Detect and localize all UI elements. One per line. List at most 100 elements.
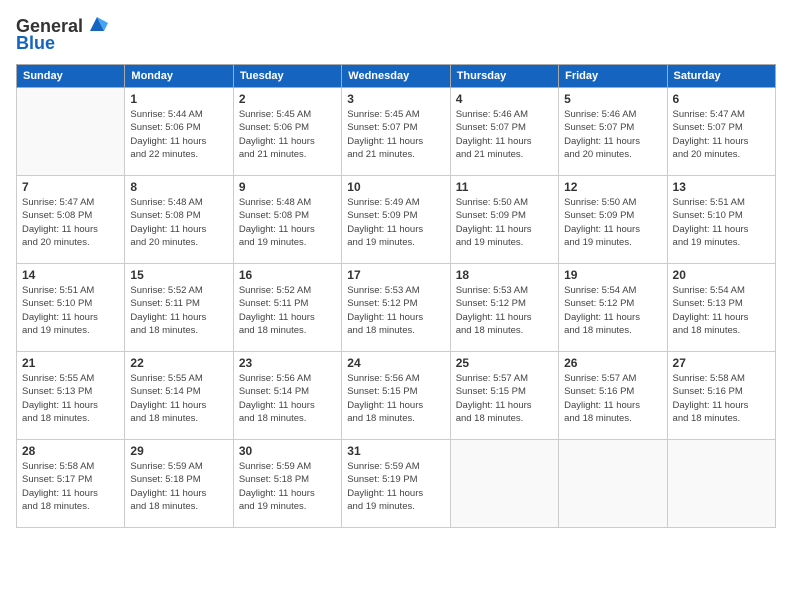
day-number: 28 [22, 444, 119, 458]
day-info: Sunrise: 5:45 AM Sunset: 5:06 PM Dayligh… [239, 108, 336, 161]
day-info: Sunrise: 5:45 AM Sunset: 5:07 PM Dayligh… [347, 108, 444, 161]
calendar-cell: 1 Sunrise: 5:44 AM Sunset: 5:06 PM Daylig… [125, 88, 233, 176]
calendar-cell: 15 Sunrise: 5:52 AM Sunset: 5:11 PM Dayli… [125, 264, 233, 352]
logo-icon [86, 13, 108, 35]
week-row: 7Sunrise: 5:47 AM Sunset: 5:08 PM Daylig… [17, 176, 776, 264]
day-info: Sunrise: 5:59 AM Sunset: 5:19 PM Dayligh… [347, 460, 444, 513]
calendar-cell: 18 Sunrise: 5:53 AM Sunset: 5:12 PM Dayli… [450, 264, 558, 352]
day-info: Sunrise: 5:55 AM Sunset: 5:14 PM Dayligh… [130, 372, 227, 425]
day-number: 1 [130, 92, 227, 106]
day-number: 10 [347, 180, 444, 194]
day-info: Sunrise: 5:49 AM Sunset: 5:09 PM Dayligh… [347, 196, 444, 249]
day-info: Sunrise: 5:54 AM Sunset: 5:13 PM Dayligh… [673, 284, 770, 337]
day-number: 14 [22, 268, 119, 282]
day-number: 4 [456, 92, 553, 106]
day-info: Sunrise: 5:59 AM Sunset: 5:18 PM Dayligh… [239, 460, 336, 513]
day-info: Sunrise: 5:58 AM Sunset: 5:17 PM Dayligh… [22, 460, 119, 513]
calendar-cell: 20Sunrise: 5:54 AM Sunset: 5:13 PM Dayli… [667, 264, 775, 352]
weekday-header: Saturday [667, 65, 775, 88]
week-row: 14 Sunrise: 5:51 AM Sunset: 5:10 PM Dayli… [17, 264, 776, 352]
day-info: Sunrise: 5:56 AM Sunset: 5:14 PM Dayligh… [239, 372, 336, 425]
calendar-cell: 30 Sunrise: 5:59 AM Sunset: 5:18 PM Dayli… [233, 440, 341, 528]
calendar-cell: 31Sunrise: 5:59 AM Sunset: 5:19 PM Dayli… [342, 440, 450, 528]
day-number: 18 [456, 268, 553, 282]
day-info: Sunrise: 5:44 AM Sunset: 5:06 PM Dayligh… [130, 108, 227, 161]
calendar-cell [559, 440, 667, 528]
day-number: 22 [130, 356, 227, 370]
day-number: 30 [239, 444, 336, 458]
weekday-header: Friday [559, 65, 667, 88]
day-info: Sunrise: 5:59 AM Sunset: 5:18 PM Dayligh… [130, 460, 227, 513]
weekday-header: Monday [125, 65, 233, 88]
week-row: 21 Sunrise: 5:55 AM Sunset: 5:13 PM Dayli… [17, 352, 776, 440]
calendar-cell: 19 Sunrise: 5:54 AM Sunset: 5:12 PM Dayli… [559, 264, 667, 352]
day-number: 17 [347, 268, 444, 282]
day-number: 24 [347, 356, 444, 370]
day-info: Sunrise: 5:53 AM Sunset: 5:12 PM Dayligh… [456, 284, 553, 337]
day-info: Sunrise: 5:50 AM Sunset: 5:09 PM Dayligh… [456, 196, 553, 249]
calendar-cell: 24 Sunrise: 5:56 AM Sunset: 5:15 PM Dayli… [342, 352, 450, 440]
calendar-cell: 12 Sunrise: 5:50 AM Sunset: 5:09 PM Dayli… [559, 176, 667, 264]
day-number: 15 [130, 268, 227, 282]
day-number: 12 [564, 180, 661, 194]
weekday-header-row: SundayMondayTuesdayWednesdayThursdayFrid… [17, 65, 776, 88]
logo: General Blue [16, 16, 108, 54]
calendar-cell [450, 440, 558, 528]
day-info: Sunrise: 5:50 AM Sunset: 5:09 PM Dayligh… [564, 196, 661, 249]
day-info: Sunrise: 5:46 AM Sunset: 5:07 PM Dayligh… [456, 108, 553, 161]
day-number: 7 [22, 180, 119, 194]
calendar-cell: 8 Sunrise: 5:48 AM Sunset: 5:08 PM Daylig… [125, 176, 233, 264]
calendar-cell: 3 Sunrise: 5:45 AM Sunset: 5:07 PM Daylig… [342, 88, 450, 176]
calendar-cell: 10 Sunrise: 5:49 AM Sunset: 5:09 PM Dayli… [342, 176, 450, 264]
weekday-header: Wednesday [342, 65, 450, 88]
calendar-cell: 7Sunrise: 5:47 AM Sunset: 5:08 PM Daylig… [17, 176, 125, 264]
day-number: 8 [130, 180, 227, 194]
day-info: Sunrise: 5:48 AM Sunset: 5:08 PM Dayligh… [130, 196, 227, 249]
calendar-cell: 23 Sunrise: 5:56 AM Sunset: 5:14 PM Dayli… [233, 352, 341, 440]
day-number: 26 [564, 356, 661, 370]
week-row: 28 Sunrise: 5:58 AM Sunset: 5:17 PM Dayli… [17, 440, 776, 528]
day-number: 21 [22, 356, 119, 370]
calendar-cell: 25Sunrise: 5:57 AM Sunset: 5:15 PM Dayli… [450, 352, 558, 440]
calendar-cell: 4 Sunrise: 5:46 AM Sunset: 5:07 PM Daylig… [450, 88, 558, 176]
day-number: 29 [130, 444, 227, 458]
calendar-cell: 26 Sunrise: 5:57 AM Sunset: 5:16 PM Dayli… [559, 352, 667, 440]
day-info: Sunrise: 5:55 AM Sunset: 5:13 PM Dayligh… [22, 372, 119, 425]
weekday-header: Thursday [450, 65, 558, 88]
day-number: 23 [239, 356, 336, 370]
day-number: 13 [673, 180, 770, 194]
day-info: Sunrise: 5:48 AM Sunset: 5:08 PM Dayligh… [239, 196, 336, 249]
day-number: 27 [673, 356, 770, 370]
day-info: Sunrise: 5:57 AM Sunset: 5:15 PM Dayligh… [456, 372, 553, 425]
weekday-header: Sunday [17, 65, 125, 88]
calendar: SundayMondayTuesdayWednesdayThursdayFrid… [16, 64, 776, 528]
calendar-cell: 27 Sunrise: 5:58 AM Sunset: 5:16 PM Dayli… [667, 352, 775, 440]
day-info: Sunrise: 5:54 AM Sunset: 5:12 PM Dayligh… [564, 284, 661, 337]
day-info: Sunrise: 5:58 AM Sunset: 5:16 PM Dayligh… [673, 372, 770, 425]
day-number: 6 [673, 92, 770, 106]
calendar-cell: 21 Sunrise: 5:55 AM Sunset: 5:13 PM Dayli… [17, 352, 125, 440]
day-info: Sunrise: 5:56 AM Sunset: 5:15 PM Dayligh… [347, 372, 444, 425]
day-info: Sunrise: 5:57 AM Sunset: 5:16 PM Dayligh… [564, 372, 661, 425]
calendar-cell: 6 Sunrise: 5:47 AM Sunset: 5:07 PM Daylig… [667, 88, 775, 176]
calendar-cell [667, 440, 775, 528]
day-number: 11 [456, 180, 553, 194]
calendar-cell: 13Sunrise: 5:51 AM Sunset: 5:10 PM Dayli… [667, 176, 775, 264]
day-number: 3 [347, 92, 444, 106]
weekday-header: Tuesday [233, 65, 341, 88]
day-number: 19 [564, 268, 661, 282]
calendar-cell: 14 Sunrise: 5:51 AM Sunset: 5:10 PM Dayli… [17, 264, 125, 352]
calendar-cell: 2Sunrise: 5:45 AM Sunset: 5:06 PM Daylig… [233, 88, 341, 176]
page-container: General Blue SundayMondayTuesdayWednesda… [0, 0, 792, 538]
calendar-cell [17, 88, 125, 176]
calendar-cell: 17Sunrise: 5:53 AM Sunset: 5:12 PM Dayli… [342, 264, 450, 352]
day-info: Sunrise: 5:52 AM Sunset: 5:11 PM Dayligh… [130, 284, 227, 337]
calendar-cell: 29 Sunrise: 5:59 AM Sunset: 5:18 PM Dayli… [125, 440, 233, 528]
day-info: Sunrise: 5:47 AM Sunset: 5:07 PM Dayligh… [673, 108, 770, 161]
day-info: Sunrise: 5:52 AM Sunset: 5:11 PM Dayligh… [239, 284, 336, 337]
day-info: Sunrise: 5:51 AM Sunset: 5:10 PM Dayligh… [22, 284, 119, 337]
calendar-cell: 28 Sunrise: 5:58 AM Sunset: 5:17 PM Dayli… [17, 440, 125, 528]
calendar-cell: 5Sunrise: 5:46 AM Sunset: 5:07 PM Daylig… [559, 88, 667, 176]
day-number: 5 [564, 92, 661, 106]
calendar-cell: 22 Sunrise: 5:55 AM Sunset: 5:14 PM Dayli… [125, 352, 233, 440]
